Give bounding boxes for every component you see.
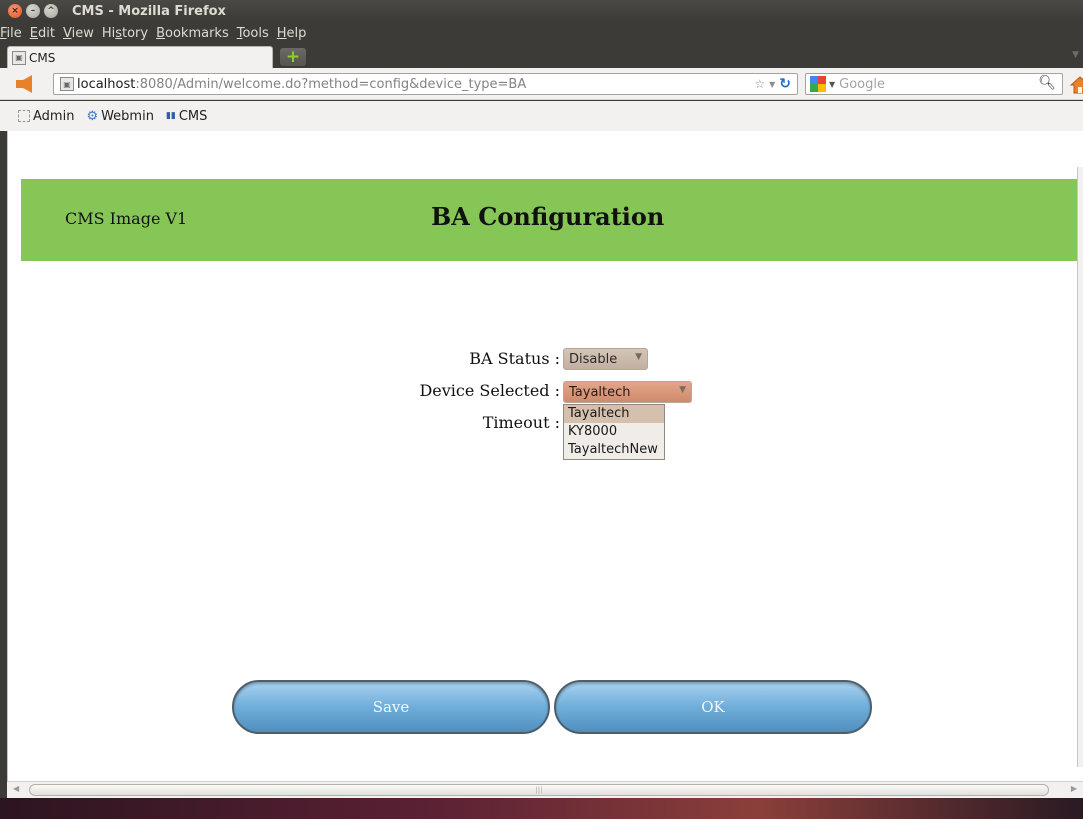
menu-file[interactable]: File — [0, 26, 22, 41]
url-dropdown-icon[interactable]: ▼ — [769, 80, 775, 89]
reload-icon[interactable]: ↻ — [779, 76, 791, 92]
home-icon[interactable] — [1070, 75, 1083, 95]
new-tab-icon[interactable]: + — [280, 47, 306, 67]
url-host: localhost — [77, 76, 136, 92]
google-icon[interactable] — [810, 76, 826, 92]
horizontal-scrollbar[interactable]: ◀ ||| ▶ — [7, 781, 1083, 798]
ba-status-value: Disable — [569, 351, 618, 367]
scroll-right-icon[interactable]: ▶ — [1071, 784, 1077, 793]
ba-status-select[interactable]: Disable ▼ — [563, 348, 648, 370]
webmin-icon: ⚙ — [86, 108, 99, 124]
page-header: CMS Image V1 BA Configuration — [21, 179, 1077, 261]
back-arrow-icon[interactable] — [16, 75, 32, 93]
ba-status-label: BA Status : — [469, 349, 560, 368]
ok-button[interactable]: OK — [554, 680, 872, 734]
search-placeholder: Google — [839, 76, 885, 92]
timeout-label: Timeout : — [482, 413, 560, 432]
menu-history[interactable]: History — [102, 26, 148, 41]
save-button[interactable]: Save — [232, 680, 550, 734]
device-select[interactable]: Tayaltech ▼ — [563, 381, 692, 403]
menu-tools[interactable]: Tools — [237, 26, 269, 41]
tab-strip: ▣ CMS + ▼ — [0, 44, 1083, 68]
device-selected-value: Tayaltech — [569, 384, 631, 400]
url-input[interactable]: ▣ localhost:8080/Admin/welcome.do?method… — [53, 73, 798, 95]
scrollbar-thumb[interactable]: ||| — [29, 784, 1049, 796]
chevron-down-icon: ▼ — [679, 385, 686, 395]
bookmarks-toolbar: Admin ⚙ Webmin ▮▮ CMS — [0, 101, 1083, 131]
url-path: :8080/Admin/welcome.do?method=config&dev… — [135, 76, 527, 92]
scroll-left-icon[interactable]: ◀ — [13, 784, 19, 793]
desktop-background — [0, 798, 1083, 819]
page-favicon-icon: ▣ — [12, 50, 26, 65]
tab-cms[interactable]: ▣ CMS — [7, 46, 273, 68]
tab-label: CMS — [29, 50, 56, 65]
menu-view[interactable]: View — [63, 26, 94, 41]
navigation-bar: ▣ localhost:8080/Admin/welcome.do?method… — [0, 68, 1083, 100]
dropdown-option[interactable]: Tayaltech — [564, 405, 664, 423]
maximize-icon[interactable]: ^ — [44, 4, 58, 18]
bookmark-admin[interactable]: Admin — [18, 109, 74, 124]
menu-edit[interactable]: Edit — [30, 26, 55, 41]
site-identity-icon: ▣ — [60, 77, 74, 91]
page-content: CMS Image V1 BA Configuration BA Status … — [7, 131, 1083, 781]
page-title: BA Configuration — [431, 202, 665, 231]
close-icon[interactable]: × — [8, 4, 22, 18]
vertical-scrollbar[interactable] — [1077, 167, 1083, 767]
dropdown-option[interactable]: KY8000 — [564, 423, 664, 441]
menu-bar: File Edit View History Bookmarks Tools H… — [0, 22, 1083, 44]
bookmark-cms[interactable]: ▮▮ CMS — [166, 109, 207, 124]
bookmark-webmin[interactable]: ⚙ Webmin — [86, 109, 154, 124]
chevron-down-icon: ▼ — [635, 352, 642, 362]
search-engine-dropdown-icon[interactable]: ▼ — [829, 80, 835, 89]
device-selected-label: Device Selected : — [419, 381, 560, 400]
minimize-icon[interactable]: – — [26, 4, 40, 18]
menu-help[interactable]: Help — [277, 26, 307, 41]
tab-list-arrow-icon[interactable]: ▼ — [1072, 50, 1079, 60]
search-icon[interactable]: 🔍︎ — [1038, 75, 1056, 91]
app-name: CMS Image V1 — [65, 209, 188, 228]
search-input[interactable]: ▼ Google 🔍︎ — [805, 73, 1083, 95]
window-title: CMS - Mozilla Firefox — [72, 3, 226, 19]
blank-page-icon — [18, 110, 30, 122]
device-dropdown-list: Tayaltech KY8000 TayaltechNew — [563, 404, 665, 460]
star-icon[interactable]: ☆ — [754, 77, 765, 91]
menu-bookmarks[interactable]: Bookmarks — [156, 26, 229, 41]
window-titlebar: × – ^ CMS - Mozilla Firefox — [0, 0, 1083, 22]
cms-icon: ▮▮ — [165, 111, 176, 121]
dropdown-option[interactable]: TayaltechNew — [564, 441, 664, 459]
